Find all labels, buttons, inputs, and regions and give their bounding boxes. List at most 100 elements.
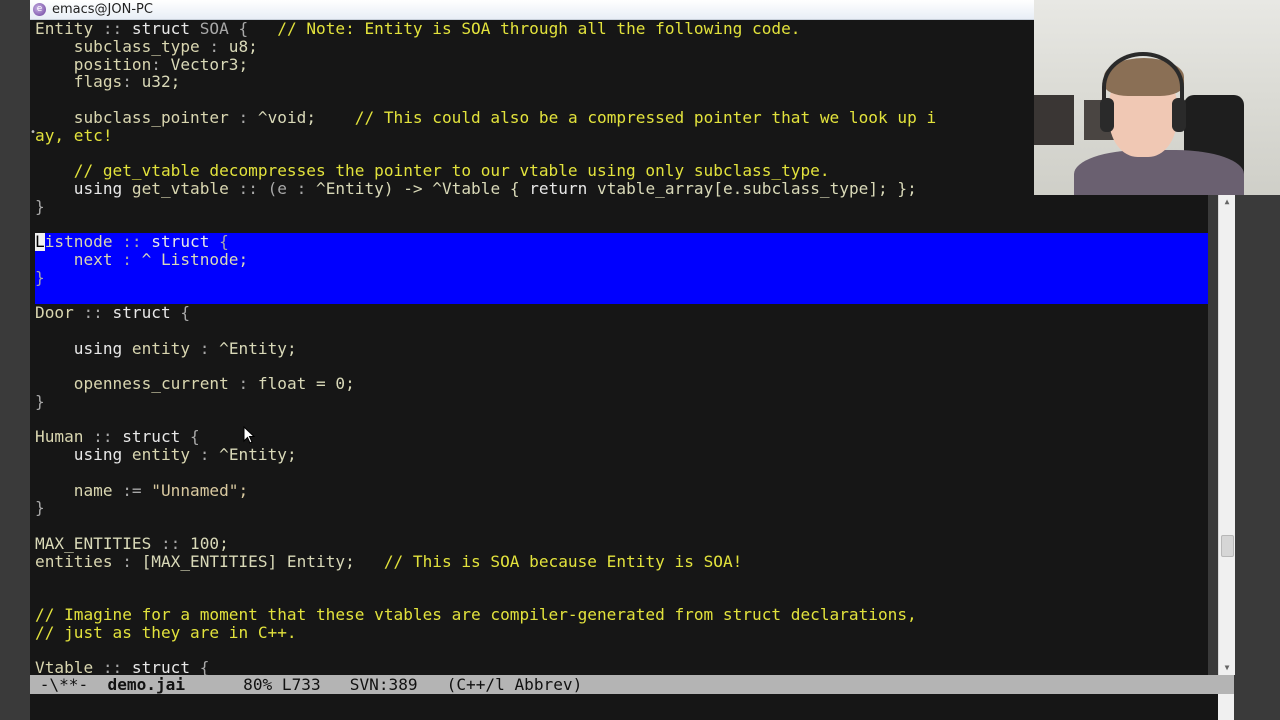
code-line: } [35,391,45,411]
code-line: subclass_pointer : ^void; // This could … [35,107,936,127]
code-token: ^Entity; [219,338,297,358]
code-token: : [190,445,220,464]
code-token: : [228,374,258,393]
code-token: } [35,196,45,216]
code-token: entities [35,551,113,571]
code-token: 100; [190,533,229,553]
code-line: Human :: struct { [35,428,200,446]
code-token: u8; [228,36,258,56]
code-token: istnode [44,232,113,251]
code-line: flags: u32; [35,72,181,92]
code-token: vtable_array[e.subclass_type]; }; [597,178,917,198]
code-token: { [180,427,200,447]
code-token: Entity [35,20,94,38]
code-token: :: [93,658,132,676]
window-divider [1208,195,1218,675]
code-line: } [35,499,45,517]
mouse-pointer-icon [243,426,255,444]
line-wrap-indicator-icon: • [30,127,37,138]
code-line: // get_vtable decompresses the pointer t… [35,162,830,180]
code-token: struct [122,427,181,447]
headset-earcup-left [1100,98,1114,132]
code-token: := [112,480,152,500]
code-token: get_vtable [131,178,229,198]
code-token: :: [151,533,191,553]
code-line: Listnode :: struct { [35,233,229,251]
code-token: position [35,54,152,74]
code-token: Vector3; [170,54,249,74]
code-line: openness_current : float = 0; [35,375,355,393]
code-token: u32; [141,72,181,92]
code-token: :: [93,20,132,38]
minibuffer-scrollbar [1218,694,1234,720]
code-token: ^void; [257,107,355,127]
code-token: { [190,658,210,676]
code-line: Door :: struct { [35,304,190,322]
scrollbar-thumb[interactable] [1221,535,1234,557]
code-token: MAX_ENTITIES [35,533,152,553]
code-line: using get_vtable :: (e : ^Entity) -> ^Vt… [35,178,917,198]
code-token: // get_vtable decompresses the pointer t… [35,161,830,180]
code-token: ^Entity) -> ^Vtable { [316,178,530,198]
code-token: : [112,249,142,269]
code-line: using entity : ^Entity; [35,446,297,464]
code-token: Door [35,303,74,322]
code-token: : [151,54,171,74]
code-token: ^Entity; [219,445,297,464]
code-token: } [35,391,45,411]
code-token: struct [151,232,210,251]
modeline-status: -\**- [30,675,108,694]
code-token: struct [131,658,191,676]
code-token: :: [73,303,113,322]
code-line: Vtable :: struct { [35,658,210,676]
code-line: entities : [MAX_ENTITIES] Entity; // Thi… [35,551,743,571]
code-token: :: [112,232,152,251]
code-line: next : ^ Listnode; [35,249,249,269]
code-token: next [35,249,113,269]
code-line: ay, etc! [35,125,113,145]
text-cursor: L [35,232,45,251]
code-token: // just as they are in C++. [35,622,297,642]
code-token: float = 0; [257,374,355,393]
code-token: { [209,232,229,251]
code-token: ay, etc! [35,125,113,145]
code-token: } [35,267,45,287]
vertical-scrollbar[interactable]: ▲ ▼ [1218,195,1235,675]
code-token: // This is SOA because Entity is SOA! [383,551,743,571]
code-token: SOA { [190,20,278,38]
code-token: using [35,178,132,198]
modeline-buffer-name[interactable]: demo.jai [108,675,186,694]
mode-line: -\**- demo.jai 80% L733 SVN:389 (C++/l A… [30,675,1234,694]
code-line: MAX_ENTITIES :: 100; [35,533,229,553]
code-token: return [529,178,598,198]
code-token: entity [131,445,191,464]
code-token: "Unnamed"; [151,480,249,500]
code-line: } [35,267,45,287]
code-token: :: (e : [228,178,317,198]
code-token: : [199,36,229,56]
code-line: // Imagine for a moment that these vtabl… [35,604,917,624]
code-token: // Imagine for a moment that these vtabl… [35,604,917,624]
code-token: name [35,480,113,500]
code-line: name := "Unnamed"; [35,480,249,500]
scroll-down-arrow-icon[interactable]: ▼ [1219,661,1235,675]
code-line: Entity :: struct SOA { // Note: Entity i… [35,20,801,38]
scroll-up-arrow-icon[interactable]: ▲ [1219,195,1235,209]
code-token: : [228,107,258,127]
code-token: { [170,303,191,322]
minibuffer[interactable] [30,694,1234,720]
background-shelf [1034,95,1074,145]
code-token: ^ Listnode; [141,249,249,269]
person-body [1074,150,1244,195]
code-token: using [35,338,132,358]
emacs-icon: e [33,3,46,16]
window-titlebar[interactable]: e emacs@JON-PC [30,0,1034,20]
code-line: position: Vector3; [35,54,249,74]
code-token: flags [35,72,123,92]
code-token: openness_current [35,374,229,393]
modeline-position: 80% L733 SVN:389 (C++/l Abbrev) [185,675,583,694]
code-token: [MAX_ENTITIES] Entity; [141,551,384,571]
code-line: // just as they are in C++. [35,622,297,642]
code-token: } [35,498,45,518]
editor-buffer[interactable]: Entity :: struct SOA { // Note: Entity i… [30,20,1208,675]
